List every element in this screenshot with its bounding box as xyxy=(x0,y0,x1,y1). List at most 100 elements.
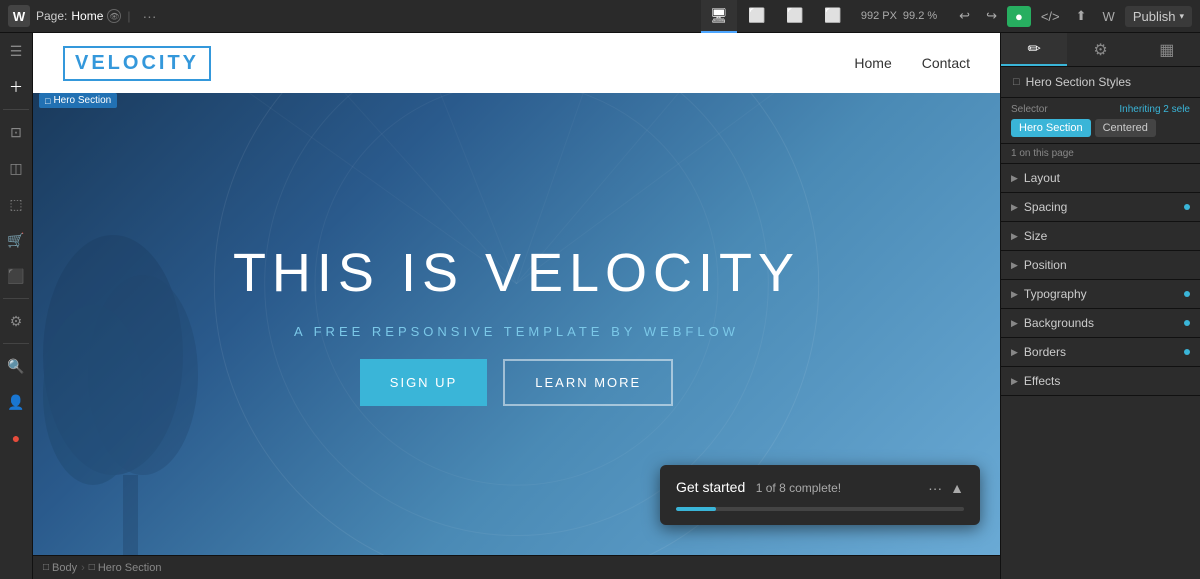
spacing-section-header[interactable]: ▶ Spacing xyxy=(1001,193,1200,221)
sidebar-divider-2 xyxy=(3,298,29,299)
site-logo: VELOCITY xyxy=(63,46,211,81)
sidebar-account-icon[interactable]: 👤 xyxy=(0,384,33,420)
publish-button[interactable]: Publish ▾ xyxy=(1125,6,1192,27)
right-panel-tabs: ✏ ⚙ ▦ xyxy=(1001,33,1200,67)
layout-section-header[interactable]: ▶ Layout xyxy=(1001,164,1200,192)
borders-section-header[interactable]: ▶ Borders xyxy=(1001,338,1200,366)
signup-button[interactable]: SIGN UP xyxy=(360,359,487,406)
style-section-layout: ▶ Layout xyxy=(1001,164,1200,193)
backgrounds-section-header[interactable]: ▶ Backgrounds xyxy=(1001,309,1200,337)
style-section-size: ▶ Size xyxy=(1001,222,1200,251)
sidebar-search-icon[interactable]: 🔍 xyxy=(0,348,33,384)
typography-indicator-dot xyxy=(1184,291,1190,297)
toast-count: 1 of 8 complete! xyxy=(756,481,841,495)
sidebar-ecommerce-icon[interactable]: 🛒 xyxy=(0,222,33,258)
selector-tag-centered[interactable]: Centered xyxy=(1095,119,1156,137)
layout-section-title: Layout xyxy=(1024,171,1190,185)
canvas-zoom: 99.2 % xyxy=(903,10,937,22)
size-arrow-icon: ▶ xyxy=(1011,231,1018,242)
size-section-title: Size xyxy=(1024,229,1190,243)
app-logo[interactable]: W xyxy=(8,5,30,27)
selector-row: Selector Inheriting 2 sele Hero Section … xyxy=(1001,98,1200,144)
topbar-left: W Page: Home 👁 | ··· xyxy=(0,5,701,27)
sidebar-notifications-icon[interactable]: ● xyxy=(0,420,33,456)
export-button[interactable]: ⬆ xyxy=(1070,6,1093,26)
borders-indicator-dot xyxy=(1184,349,1190,355)
learn-more-button[interactable]: LEARN MORE xyxy=(503,359,673,406)
hero-icon: □ xyxy=(89,562,95,573)
panel-header: □ Hero Section Styles xyxy=(1001,67,1200,98)
sidebar-components-icon[interactable]: ◫ xyxy=(0,150,33,186)
breadcrumb-hero[interactable]: □ Hero Section xyxy=(89,562,162,574)
selector-tag-hero[interactable]: Hero Section xyxy=(1011,119,1091,137)
style-section-effects: ▶ Effects xyxy=(1001,367,1200,396)
spacing-indicator-dot xyxy=(1184,204,1190,210)
tablet-view-button[interactable]: ⬜ xyxy=(739,0,775,33)
mobile-landscape-view-button[interactable]: ⬜ xyxy=(777,0,813,33)
webflow-button[interactable]: W xyxy=(1097,7,1121,26)
layout-arrow-icon: ▶ xyxy=(1011,173,1018,184)
typography-section-header[interactable]: ▶ Typography xyxy=(1001,280,1200,308)
code-button[interactable]: </> xyxy=(1035,7,1066,26)
site-nav-links: Home Contact xyxy=(854,55,970,71)
spacing-arrow-icon: ▶ xyxy=(1011,202,1018,213)
selector-label: Selector Inheriting 2 sele xyxy=(1011,104,1190,115)
site-navigation: VELOCITY Home Contact xyxy=(33,33,1000,93)
nav-link-home[interactable]: Home xyxy=(854,55,891,71)
layout-tab[interactable]: ▦ xyxy=(1134,33,1200,66)
sidebar-cms-icon[interactable]: ⬚ xyxy=(0,186,33,222)
topbar-separator: | xyxy=(127,9,130,23)
panel-header-title: Hero Section Styles xyxy=(1026,75,1131,89)
desktop-view-button[interactable]: 🖥 xyxy=(701,0,737,33)
styles-tab[interactable]: ✏ xyxy=(1001,33,1067,66)
canvas-wrapper[interactable]: VELOCITY Home Contact □ Hero Section xyxy=(33,33,1000,555)
breadcrumb-separator: › xyxy=(81,562,85,574)
breadcrumb-body[interactable]: □ Body xyxy=(43,562,77,574)
sidebar-add-icon[interactable]: ＋ xyxy=(0,69,33,105)
publish-label: Publish xyxy=(1133,9,1176,24)
settings-tab[interactable]: ⚙ xyxy=(1067,33,1133,66)
hero-subtitle: A FREE REPSONSIVE TEMPLATE BY WEBFLOW xyxy=(294,324,739,339)
typography-section-title: Typography xyxy=(1024,287,1178,301)
selector-label-text: Selector xyxy=(1011,104,1048,115)
sidebar-assets-icon[interactable]: ⊡ xyxy=(0,114,33,150)
nav-link-contact[interactable]: Contact xyxy=(922,55,970,71)
toast-progress-fill xyxy=(676,507,716,511)
backgrounds-arrow-icon: ▶ xyxy=(1011,318,1018,329)
position-arrow-icon: ▶ xyxy=(1011,260,1018,271)
get-started-toast: Get started 1 of 8 complete! ··· ▲ xyxy=(660,465,980,525)
sidebar-navigator-icon[interactable]: ☰ xyxy=(0,33,33,69)
hero-label: Hero Section xyxy=(98,562,162,574)
position-section-header[interactable]: ▶ Position xyxy=(1001,251,1200,279)
toast-dots-button[interactable]: ··· xyxy=(928,480,942,496)
topbar-view-switcher: 🖥 ⬜ ⬜ ⬜ 992 PX 99.2 % xyxy=(701,0,945,33)
hero-tree-graphic xyxy=(33,175,253,555)
selector-tags: Hero Section Centered xyxy=(1011,119,1190,137)
redo-button[interactable]: ↪ xyxy=(980,6,1003,26)
hero-section-label[interactable]: □ Hero Section xyxy=(39,93,117,108)
typography-arrow-icon: ▶ xyxy=(1011,289,1018,300)
bottom-bar: □ Body › □ Hero Section xyxy=(33,555,1000,579)
sidebar-media-icon[interactable]: ⬛ xyxy=(0,258,33,294)
size-section-header[interactable]: ▶ Size xyxy=(1001,222,1200,250)
canvas-width: 992 PX xyxy=(861,10,897,22)
undo-button[interactable]: ↩ xyxy=(953,6,976,26)
left-sidebar: ☰ ＋ ⊡ ◫ ⬚ 🛒 ⬛ ⚙ 🔍 👤 ● xyxy=(0,33,33,579)
toast-collapse-button[interactable]: ▲ xyxy=(950,480,964,496)
toast-header: Get started 1 of 8 complete! ··· ▲ xyxy=(676,479,964,497)
topbar-right: ↩ ↪ ● </> ⬆ W Publish ▾ xyxy=(945,6,1200,27)
page-name[interactable]: Home xyxy=(71,9,103,23)
effects-section-header[interactable]: ▶ Effects xyxy=(1001,367,1200,395)
topbar: W Page: Home 👁 | ··· 🖥 ⬜ ⬜ ⬜ 992 PX 99.2… xyxy=(0,0,1200,33)
sidebar-divider-3 xyxy=(3,343,29,344)
sidebar-settings-icon[interactable]: ⚙ xyxy=(0,303,33,339)
toast-title-area: Get started 1 of 8 complete! xyxy=(676,479,841,497)
mobile-portrait-view-button[interactable]: ⬜ xyxy=(815,0,851,33)
more-options-button[interactable]: ··· xyxy=(137,8,163,24)
spacing-section-title: Spacing xyxy=(1024,200,1178,214)
right-panel: ✏ ⚙ ▦ □ Hero Section Styles Selector Inh… xyxy=(1000,33,1200,579)
toast-actions: ··· ▲ xyxy=(928,480,964,496)
publish-arrow-icon: ▾ xyxy=(1179,11,1184,22)
site-preview: VELOCITY Home Contact □ Hero Section xyxy=(33,33,1000,555)
style-section-backgrounds: ▶ Backgrounds xyxy=(1001,309,1200,338)
